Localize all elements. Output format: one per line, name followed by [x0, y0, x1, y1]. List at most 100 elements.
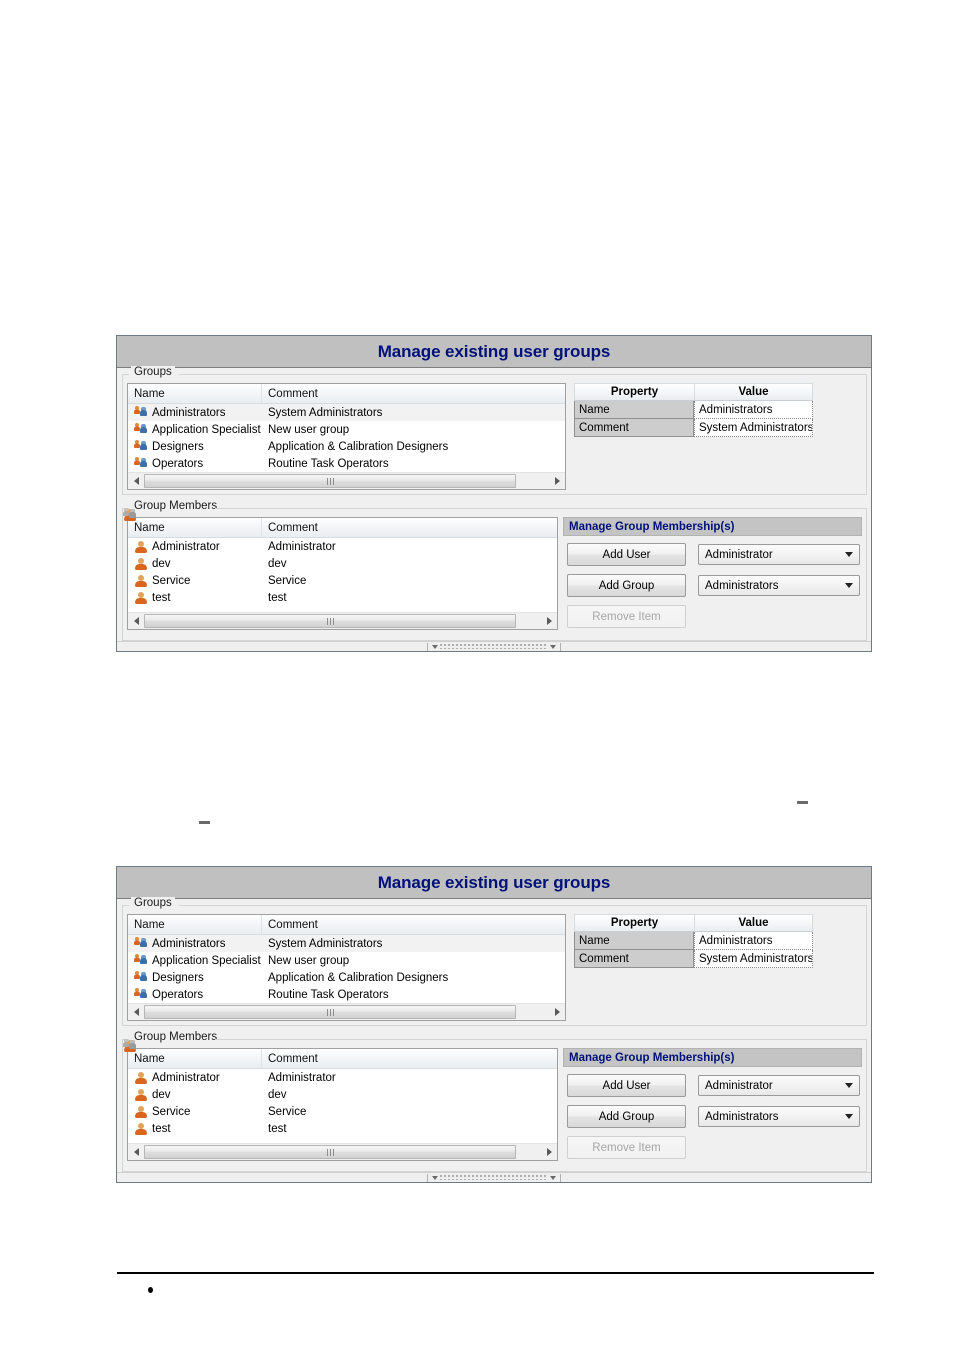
property-value[interactable]: System Administrators: [694, 950, 813, 968]
user-select-value: Administrator: [705, 548, 773, 561]
scroll-track[interactable]: [144, 1004, 549, 1020]
member-name: Administrator: [152, 1071, 220, 1084]
group-members-listview[interactable]: Name Comment Administrator Administrator…: [127, 1048, 558, 1161]
scroll-right-arrow-icon[interactable]: [549, 473, 565, 489]
group-select-dropdown[interactable]: Administrators: [698, 575, 860, 596]
property-grid: Property Value Name Administrators Comme…: [574, 383, 813, 437]
scroll-thumb-grip-icon: [326, 1008, 334, 1016]
scroll-left-arrow-icon[interactable]: [128, 473, 144, 489]
scroll-left-arrow-icon[interactable]: [128, 1004, 144, 1020]
table-row[interactable]: Service Service: [128, 1103, 557, 1120]
table-row[interactable]: Administrator Administrator: [128, 538, 557, 555]
scroll-right-arrow-icon[interactable]: [549, 1004, 565, 1020]
scroll-thumb[interactable]: [144, 614, 516, 628]
table-row[interactable]: Operators Routine Task Operators: [128, 455, 565, 472]
user-select-dropdown[interactable]: Administrator: [698, 544, 860, 565]
scroll-track[interactable]: [144, 473, 549, 489]
table-row[interactable]: dev dev: [128, 555, 557, 572]
members-horizontal-scrollbar[interactable]: [128, 612, 557, 629]
group-members-listview[interactable]: Name Comment Administrator Administrator…: [127, 517, 558, 630]
groups-listview[interactable]: Name Comment Administrators System Admin…: [127, 383, 566, 490]
scroll-thumb[interactable]: [144, 1005, 516, 1019]
user-icon: [134, 1105, 148, 1119]
scroll-track[interactable]: [144, 613, 541, 629]
table-row[interactable]: Designers Application & Calibration Desi…: [128, 969, 565, 986]
value-column-header: Value: [738, 917, 769, 929]
property-value[interactable]: Administrators: [694, 401, 813, 419]
splitter-grip[interactable]: [427, 642, 561, 651]
groups-groupbox: Groups Name Comment Administrators Syste…: [122, 366, 867, 495]
property-row: Name Administrators: [574, 932, 813, 950]
member-name: test: [152, 591, 171, 604]
add-user-button[interactable]: Add User: [567, 1074, 686, 1097]
dialog-title-bar: Manage existing user groups: [117, 336, 871, 368]
property-grid-header: Property Value: [574, 914, 813, 932]
members-listview-header: Name Comment: [128, 518, 557, 538]
user-select-dropdown[interactable]: Administrator: [698, 1075, 860, 1096]
member-comment: Service: [268, 574, 307, 587]
scroll-right-arrow-icon[interactable]: [541, 1144, 557, 1160]
splitter-dots-icon: [440, 1175, 548, 1180]
groups-listview-rows: Administrators System Administrators App…: [128, 935, 565, 1003]
scroll-thumb[interactable]: [144, 474, 516, 488]
add-group-button-label: Add Group: [598, 1110, 655, 1123]
group-comment: New user group: [268, 423, 350, 436]
panel-splitter-handle[interactable]: [117, 641, 871, 651]
scroll-thumb[interactable]: [144, 1145, 516, 1159]
table-row[interactable]: Administrators System Administrators: [128, 404, 565, 421]
property-value[interactable]: System Administrators: [694, 419, 813, 437]
splitter-grip[interactable]: [427, 1173, 561, 1182]
scroll-left-arrow-icon[interactable]: [128, 613, 144, 629]
group-comment: Application & Calibration Designers: [268, 440, 449, 453]
property-key: Name: [574, 401, 694, 419]
members-column-comment[interactable]: Comment: [262, 1049, 557, 1068]
members-column-comment[interactable]: Comment: [262, 518, 557, 537]
table-row[interactable]: test test: [128, 589, 557, 606]
group-name: Designers: [152, 971, 204, 984]
table-row[interactable]: Service Service: [128, 572, 557, 589]
add-user-button[interactable]: Add User: [567, 543, 686, 566]
groups-column-name[interactable]: Name: [128, 915, 262, 934]
table-row[interactable]: Application Specialist New user group: [128, 421, 565, 438]
scroll-left-arrow-icon[interactable]: [128, 1144, 144, 1160]
collapse-down-arrow-icon[interactable]: [432, 1175, 438, 1180]
table-row[interactable]: Designers Application & Calibration Desi…: [128, 438, 565, 455]
user-select-value: Administrator: [705, 1079, 773, 1092]
add-group-button[interactable]: Add Group: [567, 1105, 686, 1128]
panel-splitter-handle[interactable]: [117, 1172, 871, 1182]
collapse-down-arrow-icon[interactable]: [432, 644, 438, 649]
add-group-button[interactable]: Add Group: [567, 574, 686, 597]
text-dash-mark-left: [199, 821, 210, 824]
table-row[interactable]: Administrators System Administrators: [128, 935, 565, 952]
manage-user-groups-dialog-2: Manage existing user groups Groups Name …: [116, 866, 872, 1183]
scroll-right-arrow-icon[interactable]: [541, 613, 557, 629]
groups-listview[interactable]: Name Comment Administrators System Admin…: [127, 914, 566, 1021]
members-column-name[interactable]: Name: [128, 1049, 262, 1068]
groups-groupbox-label: Groups: [131, 897, 175, 909]
table-row[interactable]: test test: [128, 1120, 557, 1137]
table-row[interactable]: Application Specialist New user group: [128, 952, 565, 969]
groups-column-name[interactable]: Name: [128, 384, 262, 403]
add-user-button-label: Add User: [602, 548, 651, 561]
table-row[interactable]: Operators Routine Task Operators: [128, 986, 565, 1003]
remove-item-button-label: Remove Item: [592, 610, 661, 623]
property-grid-header: Property Value: [574, 383, 813, 401]
collapse-down-arrow-icon-2[interactable]: [550, 644, 556, 649]
groups-column-comment[interactable]: Comment: [262, 384, 565, 403]
add-user-row: Add User Administrator: [567, 543, 860, 566]
scroll-track[interactable]: [144, 1144, 541, 1160]
table-row[interactable]: Administrator Administrator: [128, 1069, 557, 1086]
group-select-dropdown[interactable]: Administrators: [698, 1106, 860, 1127]
groups-column-comment[interactable]: Comment: [262, 915, 565, 934]
groups-horizontal-scrollbar[interactable]: [128, 472, 565, 489]
groups-listview-rows: Administrators System Administrators App…: [128, 404, 565, 472]
table-row[interactable]: dev dev: [128, 1086, 557, 1103]
groups-horizontal-scrollbar[interactable]: [128, 1003, 565, 1020]
groups-listview-header: Name Comment: [128, 915, 565, 935]
members-column-name[interactable]: Name: [128, 518, 262, 537]
collapse-down-arrow-icon-2[interactable]: [550, 1175, 556, 1180]
member-name: test: [152, 1122, 171, 1135]
property-value[interactable]: Administrators: [694, 932, 813, 950]
members-horizontal-scrollbar[interactable]: [128, 1143, 557, 1160]
text-dash-mark-right: [797, 801, 808, 804]
